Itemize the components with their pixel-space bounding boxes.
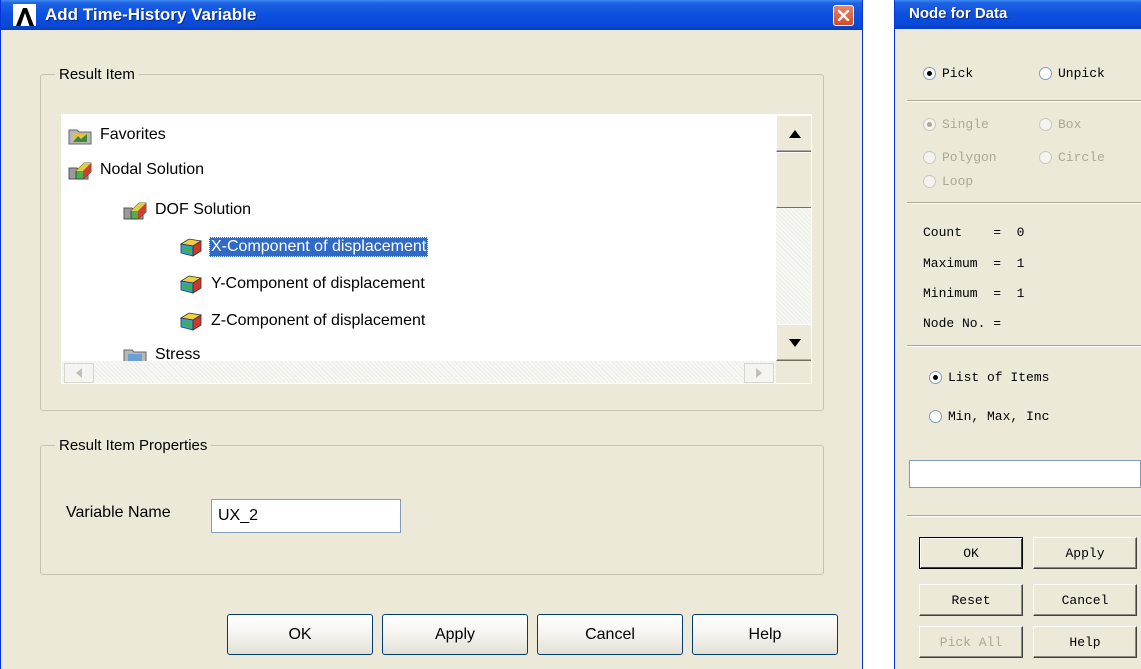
tree-horizontal-scrollbar[interactable] (62, 361, 776, 383)
polygon-radio[interactable]: Polygon (923, 150, 997, 165)
circle-radio[interactable]: Circle (1039, 150, 1105, 165)
tree-item-y-displacement[interactable]: Y-Component of displacement (179, 270, 427, 298)
min-max-inc-radio[interactable]: Min, Max, Inc (929, 409, 1049, 424)
scroll-left-button[interactable] (64, 363, 94, 383)
pick-cancel-button[interactable]: Cancel (1033, 584, 1137, 616)
tree-item-x-displacement[interactable]: X-Component of displacement (179, 233, 429, 261)
add-time-history-dialog: Add Time-History Variable Result Item Fa… (0, 0, 863, 669)
dialog-title-bar[interactable]: Add Time-History Variable (1, 0, 862, 30)
tree-item-label: X-Component of displacement (209, 237, 429, 257)
separator (907, 100, 1141, 102)
cube-result-icon (179, 275, 203, 294)
pick-entry-input[interactable] (909, 460, 1141, 488)
radio-indicator (923, 118, 936, 131)
apply-button[interactable]: Apply (382, 614, 528, 655)
folder-favorites-icon (68, 129, 92, 145)
tree-item-favorites[interactable]: Favorites (68, 121, 168, 149)
pick-apply-button[interactable]: Apply (1033, 537, 1137, 569)
nodal-folder-icon (68, 162, 92, 180)
cube-result-icon (179, 312, 203, 331)
separator (907, 202, 1141, 204)
tree-item-label: DOF Solution (155, 201, 252, 218)
dialog-title: Add Time-History Variable (45, 5, 257, 24)
unpick-radio[interactable]: Unpick (1039, 66, 1105, 81)
arrow-right-icon (756, 368, 762, 378)
tree-vertical-scrollbar[interactable] (776, 115, 811, 361)
separator (907, 515, 1141, 517)
count-readout: Count = 0 (923, 225, 1025, 240)
box-radio[interactable]: Box (1039, 117, 1081, 132)
arrow-left-icon (76, 368, 82, 378)
scroll-thumb[interactable] (776, 152, 811, 208)
pick-radio[interactable]: Pick (923, 66, 973, 81)
node-number-readout: Node No. = (923, 316, 1002, 331)
radio-indicator (923, 67, 936, 80)
tree-item-nodal-solution[interactable]: Nodal Solution (68, 156, 206, 184)
minimum-readout: Minimum = 1 (923, 286, 1025, 301)
reset-button[interactable]: Reset (919, 584, 1023, 616)
result-item-group: Result Item Favorites Nodal Solution DOF… (40, 66, 824, 411)
tree-item-dof-solution[interactable]: DOF Solution (123, 196, 253, 224)
close-button[interactable] (833, 5, 854, 26)
node-for-data-panel: Node for Data Pick Unpick Single Box Pol… (894, 0, 1141, 669)
arrow-down-icon (788, 338, 801, 347)
radio-indicator (929, 371, 942, 384)
panel-title-bar[interactable]: Node for Data (895, 0, 1141, 29)
help-button[interactable]: Help (692, 614, 838, 655)
radio-indicator (923, 175, 936, 188)
maximum-readout: Maximum = 1 (923, 256, 1025, 271)
arrow-up-icon (788, 129, 801, 138)
scroll-down-button[interactable] (776, 324, 811, 361)
pick-help-button[interactable]: Help (1033, 626, 1137, 658)
scroll-corner (776, 361, 811, 383)
single-radio[interactable]: Single (923, 117, 989, 132)
result-item-legend: Result Item (59, 66, 135, 83)
tree-item-label: Favorites (100, 126, 166, 143)
ok-button[interactable]: OK (227, 614, 373, 655)
tree-item-label: Z-Component of displacement (211, 312, 426, 329)
pick-all-button[interactable]: Pick All (919, 626, 1023, 658)
cube-result-icon (179, 238, 203, 257)
radio-indicator (1039, 118, 1052, 131)
result-item-properties-group: Result Item Properties Variable Name (40, 437, 824, 575)
pick-ok-button[interactable]: OK (919, 537, 1023, 569)
tree-item-label: Y-Component of displacement (211, 275, 425, 292)
radio-indicator (1039, 67, 1052, 80)
radio-indicator (1039, 151, 1052, 164)
nodal-folder-icon (123, 202, 147, 220)
ansys-logo-icon (13, 4, 36, 26)
tree-item-label: Nodal Solution (100, 161, 205, 178)
list-of-items-radio[interactable]: List of Items (929, 370, 1049, 385)
variable-name-label: Variable Name (66, 504, 171, 521)
cancel-button[interactable]: Cancel (537, 614, 683, 655)
separator (907, 345, 1141, 347)
variable-name-input[interactable] (211, 499, 401, 533)
close-icon (837, 9, 850, 22)
properties-legend: Result Item Properties (59, 437, 208, 454)
result-item-tree[interactable]: Favorites Nodal Solution DOF Solution X-… (61, 114, 812, 384)
radio-indicator (923, 151, 936, 164)
loop-radio[interactable]: Loop (923, 174, 973, 189)
scroll-right-button[interactable] (744, 363, 774, 383)
scroll-up-button[interactable] (776, 115, 811, 152)
tree-item-z-displacement[interactable]: Z-Component of displacement (179, 307, 427, 335)
panel-title: Node for Data (909, 5, 1008, 22)
radio-indicator (929, 410, 942, 423)
